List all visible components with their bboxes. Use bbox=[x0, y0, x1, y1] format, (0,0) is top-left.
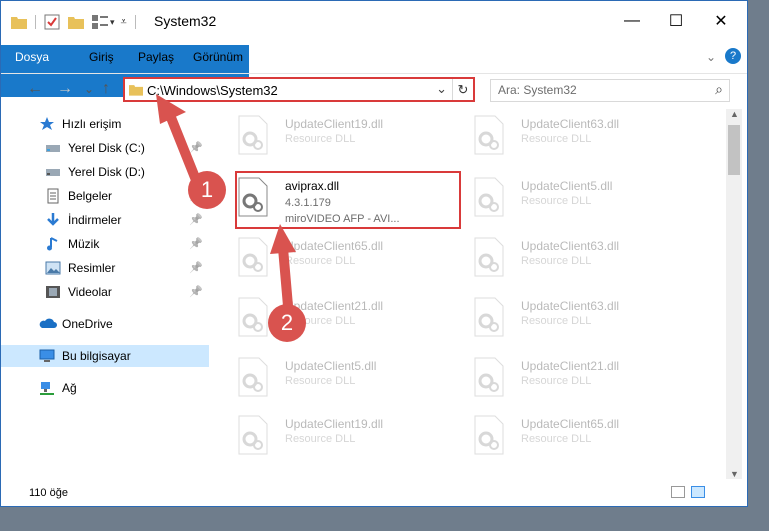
step-badge-2: 2 bbox=[268, 304, 306, 342]
arrow-1 bbox=[156, 94, 201, 185]
arrow-2 bbox=[270, 224, 296, 311]
step-badge-1: 1 bbox=[188, 171, 226, 209]
annotation-overlay bbox=[156, 94, 296, 311]
